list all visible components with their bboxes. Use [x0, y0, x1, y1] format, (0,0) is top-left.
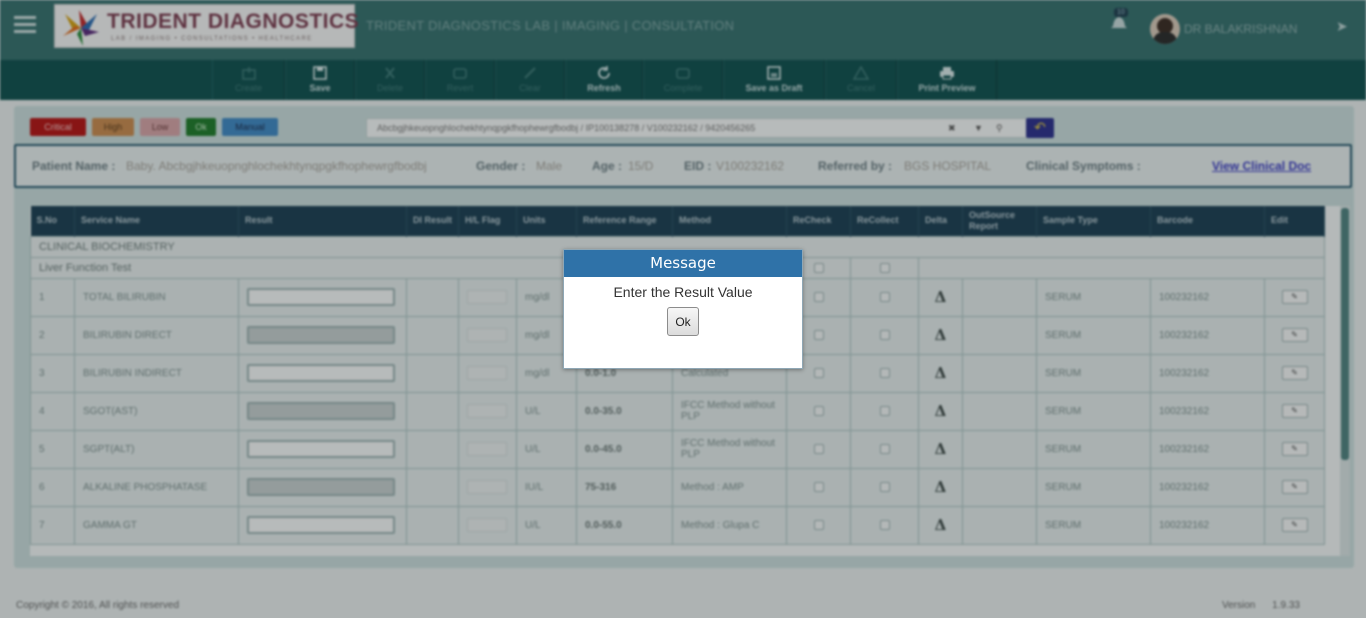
dialog-message: Enter the Result Value: [613, 284, 753, 300]
dialog-title: Message: [564, 250, 802, 277]
message-dialog: Message Enter the Result Value Ok: [563, 249, 803, 369]
ok-button[interactable]: Ok: [667, 307, 699, 336]
